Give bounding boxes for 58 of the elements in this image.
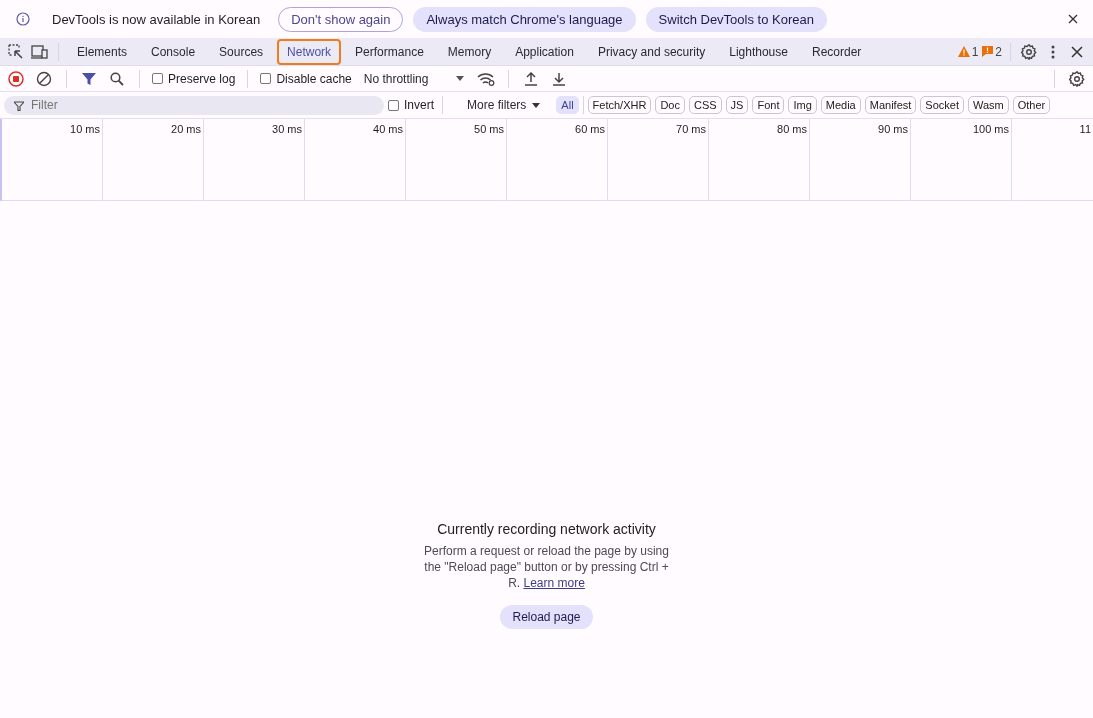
time-tick-label: 70 ms <box>676 123 706 137</box>
warning-counter[interactable]: 1 <box>957 44 979 59</box>
time-tick-label: 20 ms <box>171 123 201 137</box>
empty-state-text: Perform a request or reload the page by using the "Reload page" button or by pressing Ctrl + R. Learn more <box>423 543 670 591</box>
issue-counter[interactable]: 2 <box>982 44 1002 59</box>
time-tick-label: 60 ms <box>575 123 605 137</box>
type-filter-chip[interactable]: CSS <box>688 96 722 114</box>
checkbox[interactable] <box>152 73 163 84</box>
panel-tab[interactable]: Application <box>505 38 584 65</box>
caret-icon <box>456 76 465 81</box>
more-filters-dropdown[interactable]: More filters <box>461 97 547 113</box>
type-filter-chip[interactable]: Font <box>752 96 785 114</box>
panel-tab[interactable]: Console <box>141 38 206 65</box>
type-filter-chip[interactable]: Media <box>820 96 861 114</box>
checkbox[interactable] <box>260 73 272 84</box>
learn-more-link[interactable]: Learn more <box>523 576 585 590</box>
time-tick-label: 11 <box>1079 123 1091 137</box>
throttling-dropdown[interactable]: No throttling <box>359 71 469 86</box>
type-filter-chip[interactable]: All <box>556 96 579 114</box>
time-tick-label: 80 ms <box>777 123 807 137</box>
type-filter-chip[interactable]: Img <box>788 96 817 114</box>
caret-icon <box>532 102 541 108</box>
time-tick-label: 10 ms <box>70 123 100 137</box>
reload-page-button[interactable]: Reload page <box>500 605 593 629</box>
panel-tab[interactable]: Elements <box>67 38 138 65</box>
panel-tab[interactable]: Sources <box>209 38 274 65</box>
type-filter-chip[interactable]: Doc <box>655 96 685 114</box>
panel-tab[interactable]: Lighthouse <box>719 38 798 65</box>
panel-tab[interactable]: Performance <box>345 38 434 65</box>
panel-tab[interactable]: Privacy and security <box>587 38 716 65</box>
info-icon <box>16 12 30 26</box>
type-filter-chip[interactable]: Socket <box>920 96 964 114</box>
checkbox-label: Preserve log <box>168 71 236 86</box>
settings-icon[interactable] <box>1067 68 1087 89</box>
checkbox[interactable] <box>388 99 399 111</box>
infobar-button[interactable]: Always match Chrome's language <box>413 6 636 32</box>
panel-tab[interactable]: Recorder <box>801 38 872 65</box>
panel-tab[interactable]: Memory <box>437 38 502 65</box>
type-filter-chip[interactable]: Wasm <box>967 96 1009 114</box>
time-tick-label: 30 ms <box>272 123 302 137</box>
checkbox-label: Disable cache <box>276 71 352 86</box>
time-tick-label: 100 ms <box>972 123 1009 137</box>
infobar-button[interactable]: Don't show again <box>278 6 404 32</box>
type-filter-chip[interactable]: Fetch/XHR <box>587 96 652 114</box>
checkbox-label: Invert <box>404 98 434 112</box>
type-filter-chip[interactable]: JS <box>725 96 749 114</box>
info-message: DevTools is now available in Korean <box>52 11 261 27</box>
type-filter-chip[interactable]: Other <box>1012 96 1051 114</box>
type-filter-chip[interactable]: Manifest <box>864 96 917 114</box>
empty-state-title: Currently recording network activity <box>437 521 656 537</box>
filter-field[interactable]: Filter <box>4 95 384 115</box>
record-icon[interactable] <box>6 68 26 89</box>
time-tick-label: 40 ms <box>373 123 403 137</box>
panel-tab[interactable]: Network <box>277 38 342 65</box>
time-tick-label: 50 ms <box>474 123 504 137</box>
infobar-button[interactable]: Switch DevTools to Korean <box>645 6 827 32</box>
time-tick-label: 90 ms <box>878 123 908 137</box>
settings-icon[interactable] <box>1019 41 1039 62</box>
